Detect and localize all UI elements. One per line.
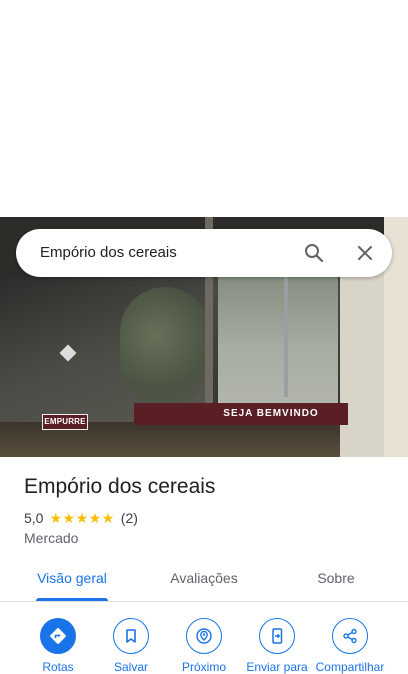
place-tabs: Visão geral Avaliações Sobre <box>0 560 408 602</box>
place-category: Mercado <box>24 530 79 546</box>
share-label: Compartilhar <box>315 660 385 674</box>
share-icon <box>332 618 368 654</box>
star-rating: ★ ★ ★ ★ ★ <box>49 511 114 525</box>
action-bar: Rotas Salvar Próximo Enviar para Compart… <box>0 618 408 674</box>
place-title: Empório dos cereais <box>24 475 216 498</box>
star-icon: ★ <box>75 510 89 526</box>
rating-value: 5,0 <box>24 510 44 526</box>
photo-sign-empurre: EMPURRE <box>42 414 88 430</box>
bookmark-icon <box>113 618 149 654</box>
directions-icon <box>40 618 76 654</box>
share-button[interactable]: Compartilhar <box>313 618 387 674</box>
tab-about[interactable]: Sobre <box>272 560 400 602</box>
search-icon[interactable] <box>302 241 326 265</box>
search-input[interactable]: Empório dos cereais <box>40 229 177 277</box>
rating-row[interactable]: 5,0 ★ ★ ★ ★ ★ (2) <box>24 509 138 527</box>
nearby-icon <box>186 618 222 654</box>
photo-sign-bemvindo: SEJA BEMVINDO <box>134 403 348 425</box>
star-icon: ★ <box>101 510 115 526</box>
review-count[interactable]: (2) <box>121 510 138 526</box>
tab-reviews[interactable]: Avaliações <box>132 560 276 602</box>
star-icon: ★ <box>88 510 102 526</box>
star-icon: ★ <box>62 510 76 526</box>
map-blank-area <box>0 0 408 217</box>
close-icon[interactable] <box>353 241 377 265</box>
send-to-phone-icon <box>259 618 295 654</box>
active-tab-indicator <box>36 598 108 601</box>
search-bar[interactable]: Empório dos cereais <box>16 229 392 277</box>
star-icon: ★ <box>49 510 63 526</box>
tab-overview[interactable]: Visão geral <box>0 560 144 602</box>
